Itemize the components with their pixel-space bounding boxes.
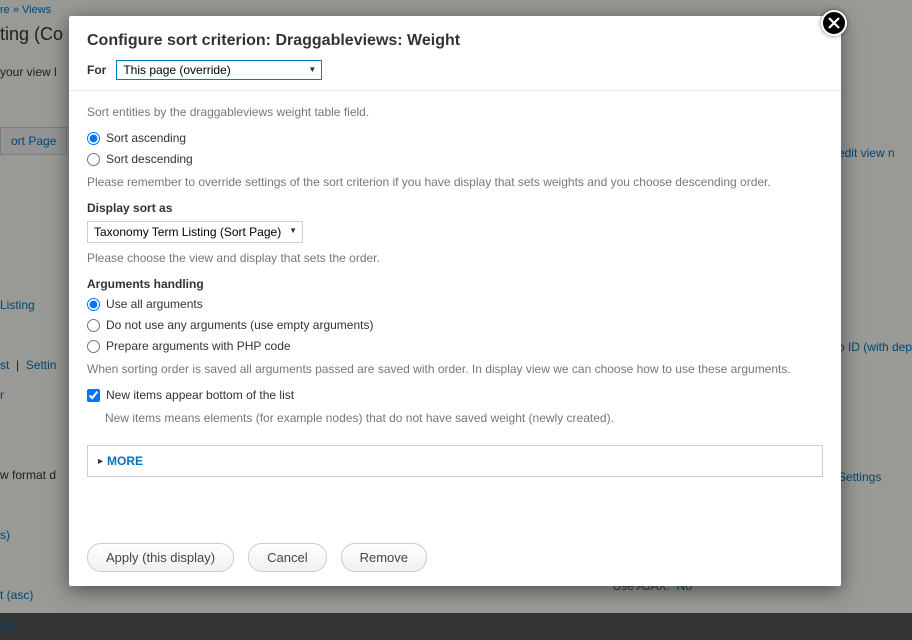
args-handling-label: Arguments handling	[87, 277, 823, 291]
settings-link-2[interactable]: Settings	[838, 470, 881, 484]
modal-title: Configure sort criterion: Draggableviews…	[87, 28, 823, 60]
listing-link[interactable]: Listing	[0, 298, 35, 312]
breadcrumb-views-link[interactable]: Views	[22, 4, 51, 16]
apply-button[interactable]: Apply (this display)	[87, 543, 234, 572]
right-fragments: edit view n o ID (with dep Settings	[838, 150, 912, 500]
more-fieldset[interactable]: ▸ MORE	[87, 445, 823, 477]
args-use-all-label: Use all arguments	[106, 297, 203, 311]
args-opt1-row[interactable]: Use all arguments	[87, 297, 823, 311]
sort-descending-radio[interactable]	[87, 153, 100, 166]
row-format-text: w format d	[0, 468, 56, 482]
new-items-row[interactable]: New items appear bottom of the list	[87, 388, 823, 402]
button-row: Apply (this display) Cancel Remove	[87, 543, 427, 572]
breadcrumb-re: re	[0, 4, 10, 16]
close-button[interactable]	[821, 10, 847, 36]
st-link[interactable]: st	[0, 358, 9, 372]
id-dep-text: o ID (with dep	[838, 340, 912, 354]
display-sort-select[interactable]: Taxonomy Term Listing (Sort Page)	[87, 221, 303, 243]
new-items-checkbox[interactable]	[87, 389, 100, 402]
args-php-radio[interactable]	[87, 340, 100, 353]
sort-descending-row[interactable]: Sort descending	[87, 152, 823, 166]
args-use-all-radio[interactable]	[87, 298, 100, 311]
for-label: For	[87, 63, 106, 77]
sort-ascending-row[interactable]: Sort ascending	[87, 131, 823, 145]
for-select[interactable]: This page (override)	[116, 60, 322, 80]
display-sort-label: Display sort as	[87, 201, 823, 215]
args-opt2-row[interactable]: Do not use any arguments (use empty argu…	[87, 318, 823, 332]
left-sidebar-fragments: Listing st | Settin r w format d s) t (a…	[0, 290, 56, 640]
configure-sort-modal: Configure sort criterion: Draggableviews…	[69, 16, 841, 586]
t-asc-link[interactable]: t (asc)	[0, 588, 33, 602]
s-paren-link[interactable]: s)	[0, 528, 10, 542]
args-none-radio[interactable]	[87, 319, 100, 332]
intro-description: Sort entities by the draggableviews weig…	[87, 103, 823, 121]
for-row: For This page (override)	[87, 60, 823, 90]
new-items-help: New items means elements (for example no…	[105, 409, 823, 427]
sort-help: Please remember to override settings of …	[87, 173, 823, 191]
new-items-label: New items appear bottom of the list	[106, 388, 294, 402]
display-sort-help: Please choose the view and display that …	[87, 249, 823, 267]
r-link[interactable]: r	[0, 388, 4, 402]
args-php-label: Prepare arguments with PHP code	[106, 339, 291, 353]
breadcrumb-sep: »	[10, 4, 22, 16]
args-none-label: Do not use any arguments (use empty argu…	[106, 318, 373, 332]
close-icon	[828, 17, 840, 29]
edit-view-link[interactable]: edit view n	[838, 146, 895, 160]
divider	[69, 90, 841, 91]
sort-descending-label: Sort descending	[106, 152, 193, 166]
sort-page-tab[interactable]: ort Page	[0, 127, 67, 155]
chevron-right-icon: ▸	[98, 456, 103, 467]
sort-ascending-radio[interactable]	[87, 132, 100, 145]
args-help: When sorting order is saved all argument…	[87, 360, 823, 378]
settings-link-1[interactable]: Settin	[26, 358, 57, 372]
args-opt3-row[interactable]: Prepare arguments with PHP code	[87, 339, 823, 353]
more-link[interactable]: MORE	[107, 454, 143, 468]
asc-paren-link[interactable]: sc)	[0, 618, 16, 632]
cancel-button[interactable]: Cancel	[248, 543, 326, 572]
sort-ascending-label: Sort ascending	[106, 131, 186, 145]
remove-button[interactable]: Remove	[341, 543, 427, 572]
